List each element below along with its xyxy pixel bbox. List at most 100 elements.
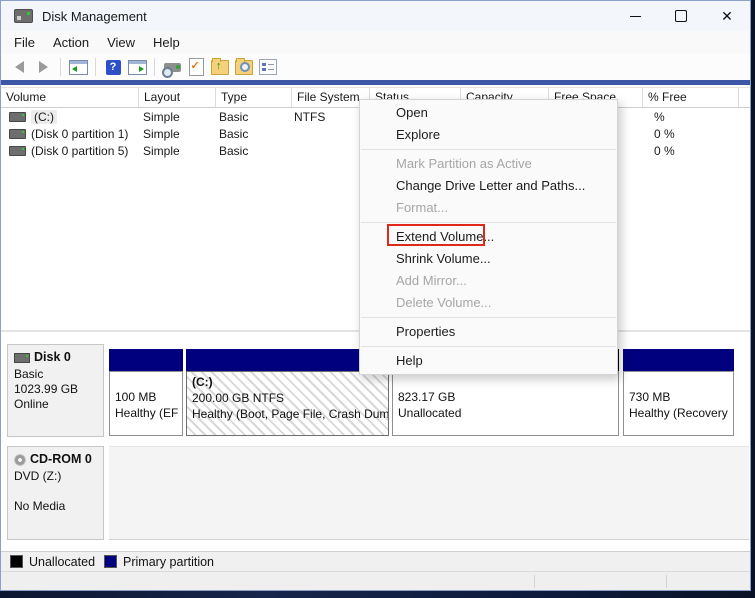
task-check-icon bbox=[188, 58, 204, 76]
menu-item-add-mirror: Add Mirror... bbox=[396, 273, 467, 288]
disk0-type: Basic bbox=[14, 367, 44, 381]
find-button[interactable] bbox=[232, 56, 256, 78]
toolbar-separator bbox=[60, 58, 61, 76]
type-value: Basic bbox=[219, 126, 249, 141]
cdrom-status: No Media bbox=[14, 499, 66, 513]
partition-size: 100 MB bbox=[115, 390, 157, 404]
find-icon bbox=[235, 57, 253, 75]
primary-partition-swatch bbox=[104, 555, 118, 568]
disk0-size: 1023.99 GB bbox=[14, 382, 79, 396]
volume-icon bbox=[9, 128, 26, 139]
volume-name: (C:) bbox=[31, 109, 57, 124]
cdrom-drive: DVD (Z:) bbox=[14, 469, 62, 483]
type-value: Basic bbox=[219, 143, 249, 158]
disk0-name: Disk 0 bbox=[34, 350, 71, 364]
column-header-volume[interactable]: Volume bbox=[1, 88, 139, 107]
rescan-disks-button[interactable] bbox=[160, 56, 184, 78]
close-button[interactable]: ✕ bbox=[704, 1, 750, 31]
show-console-tree-icon bbox=[68, 59, 88, 75]
toolbar: ? bbox=[1, 54, 750, 80]
title-bar[interactable]: Disk Management ✕ bbox=[1, 1, 750, 31]
menu-item-mark-partition: Mark Partition as Active bbox=[396, 156, 532, 171]
menu-item-help[interactable]: Help bbox=[360, 350, 617, 372]
column-header-type[interactable]: Type bbox=[216, 88, 292, 107]
toolbar-separator bbox=[154, 58, 155, 76]
menu-item-change-drive-letter[interactable]: Change Drive Letter and Paths... bbox=[360, 175, 617, 197]
task-check-button[interactable] bbox=[184, 56, 208, 78]
export-up-icon bbox=[211, 57, 229, 75]
cdrom-panel[interactable]: CD-ROM 0 DVD (Z:) No Media bbox=[7, 446, 104, 540]
menu-item-format: Format... bbox=[396, 200, 449, 215]
column-header-layout[interactable]: Layout bbox=[139, 88, 216, 107]
forward-button[interactable] bbox=[31, 56, 55, 78]
legend-primary-label: Primary partition bbox=[123, 554, 215, 569]
pct-free-value: % bbox=[654, 109, 665, 124]
menu-bar: File Action View Help bbox=[1, 31, 750, 54]
action-pane-button[interactable] bbox=[125, 56, 149, 78]
menu-item-shrink-volume[interactable]: Shrink Volume... bbox=[360, 248, 617, 270]
column-header-blank[interactable] bbox=[739, 88, 750, 107]
menu-help[interactable]: Help bbox=[144, 33, 189, 52]
file-system-value: NTFS bbox=[294, 109, 326, 124]
properties-list-button[interactable] bbox=[256, 56, 280, 78]
partition-status: Healthy (Recovery bbox=[629, 406, 728, 420]
menu-view[interactable]: View bbox=[98, 33, 144, 52]
partition-efi-block[interactable]: 100 MB Healthy (EF bbox=[109, 371, 183, 436]
window-title: Disk Management bbox=[42, 8, 147, 24]
statusbar-separator bbox=[666, 575, 667, 588]
status-bar bbox=[1, 571, 750, 590]
disk0-status: Online bbox=[14, 397, 49, 411]
disk0-panel[interactable]: Disk 0 Basic 1023.99 GB Online bbox=[7, 344, 104, 437]
extend-volume-annotation-box bbox=[387, 224, 485, 246]
menu-separator bbox=[361, 346, 616, 347]
type-value: Basic bbox=[219, 109, 249, 124]
help-button[interactable]: ? bbox=[101, 56, 125, 78]
column-header-pct-free[interactable]: % Free bbox=[643, 88, 739, 107]
disk-icon bbox=[14, 352, 30, 363]
partition-status: Healthy (Boot, Page File, Crash Dum bbox=[192, 407, 389, 421]
close-icon: ✕ bbox=[721, 7, 733, 24]
layout-value: Simple bbox=[143, 109, 180, 124]
export-button[interactable] bbox=[208, 56, 232, 78]
pct-free-value: 0 % bbox=[654, 143, 675, 158]
partition-recovery-bar bbox=[623, 349, 734, 371]
partition-unallocated-block[interactable]: 823.17 GB Unallocated bbox=[392, 371, 619, 436]
partition-size: 823.17 GB bbox=[398, 390, 456, 404]
menu-file[interactable]: File bbox=[5, 33, 44, 52]
minimize-button[interactable] bbox=[612, 1, 658, 31]
partition-label: (C:) bbox=[192, 375, 213, 389]
toolbar-separator bbox=[95, 58, 96, 76]
properties-list-icon bbox=[259, 59, 277, 75]
volume-icon bbox=[9, 111, 26, 122]
volume-icon bbox=[9, 145, 26, 156]
menu-action[interactable]: Action bbox=[44, 33, 98, 52]
maximize-icon bbox=[675, 10, 687, 22]
volume-name: (Disk 0 partition 5) bbox=[31, 143, 129, 158]
desktop: Disk Management ✕ File Action View Help … bbox=[0, 0, 755, 598]
show-console-tree-button[interactable] bbox=[66, 56, 90, 78]
partition-status: Healthy (EF bbox=[115, 406, 179, 420]
menu-item-open[interactable]: Open bbox=[360, 102, 617, 124]
menu-item-explore[interactable]: Explore bbox=[360, 124, 617, 146]
forward-icon bbox=[38, 61, 48, 73]
back-icon bbox=[14, 61, 24, 73]
partition-c-block[interactable]: (C:) 200.00 GB NTFS Healthy (Boot, Page … bbox=[186, 371, 389, 436]
menu-separator bbox=[361, 149, 616, 150]
minimize-icon bbox=[629, 15, 641, 17]
partition-recovery-block[interactable]: 730 MB Healthy (Recovery bbox=[623, 371, 734, 436]
partition-efi-bar bbox=[109, 349, 183, 371]
menu-separator bbox=[361, 222, 616, 223]
cdrom-media-area bbox=[109, 446, 749, 540]
maximize-button[interactable] bbox=[658, 1, 704, 31]
statusbar-separator bbox=[534, 575, 535, 588]
back-button[interactable] bbox=[7, 56, 31, 78]
cdrom-name: CD-ROM 0 bbox=[30, 452, 92, 466]
window-controls: ✕ bbox=[612, 1, 750, 31]
layout-value: Simple bbox=[143, 143, 180, 158]
help-icon: ? bbox=[105, 59, 121, 75]
menu-item-properties[interactable]: Properties bbox=[360, 321, 617, 343]
pct-free-value: 0 % bbox=[654, 126, 675, 141]
partition-status: Unallocated bbox=[398, 406, 462, 420]
partition-size: 200.00 GB NTFS bbox=[192, 391, 285, 405]
app-disk-icon bbox=[14, 9, 33, 23]
